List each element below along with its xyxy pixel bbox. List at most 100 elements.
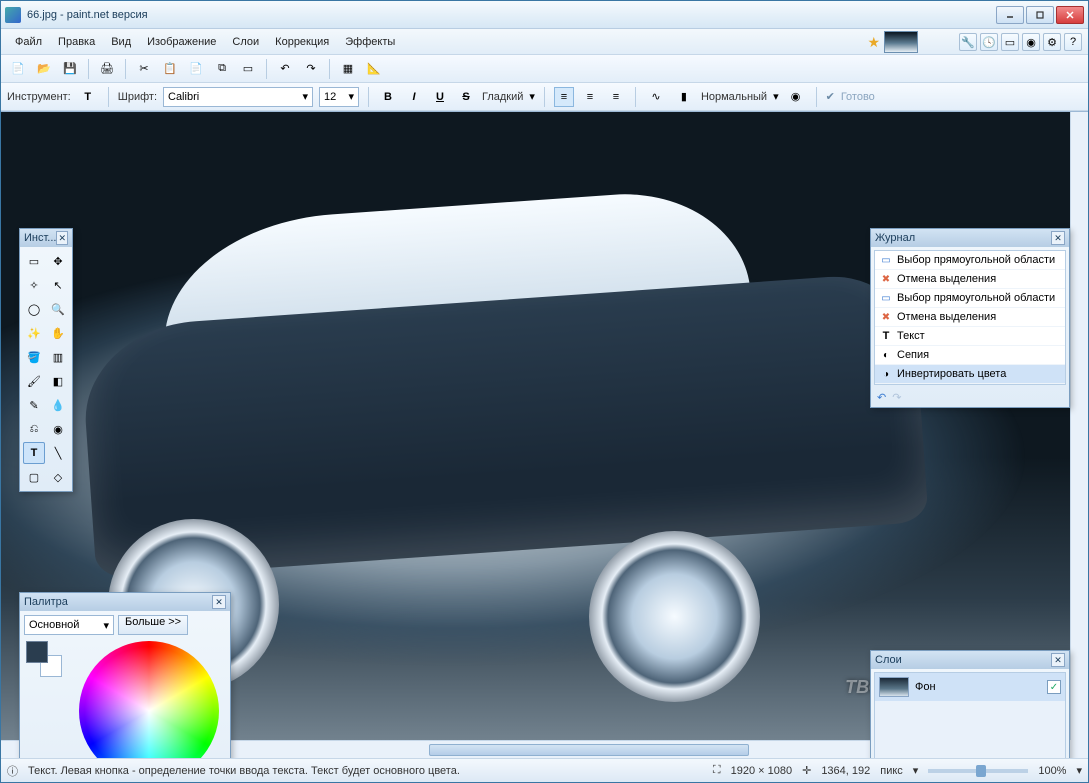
blend-label[interactable]: Нормальный <box>701 91 767 103</box>
util-help-button[interactable]: ? <box>1064 33 1082 51</box>
history-list: ▭Выбор прямоугольной области ✖Отмена выд… <box>874 250 1066 385</box>
rect-icon: ▭ <box>879 253 893 267</box>
util-tools-button[interactable]: 🔧 <box>959 33 977 51</box>
ellipse-select-tool[interactable]: ◯ <box>23 298 45 320</box>
layer-row[interactable]: Фон ✓ <box>875 673 1065 701</box>
gradient-tool[interactable]: ▥ <box>47 346 69 368</box>
history-item[interactable]: ◐Сепия <box>875 346 1065 365</box>
chevron-down-icon[interactable]: ▾ <box>773 90 779 103</box>
history-item[interactable]: ▭Выбор прямоугольной области <box>875 251 1065 270</box>
maximize-button[interactable] <box>1026 6 1054 24</box>
util-settings-button[interactable]: ⚙ <box>1043 33 1061 51</box>
chevron-down-icon[interactable]: ▾ <box>1076 764 1082 777</box>
pencil-tool[interactable]: ✎ <box>23 394 45 416</box>
align-center-button[interactable]: ≡ <box>580 87 600 107</box>
line-tool[interactable]: ╲ <box>47 442 69 464</box>
document-thumbnail[interactable] <box>884 31 918 53</box>
primary-secondary-swatch[interactable] <box>26 641 62 677</box>
print-button[interactable]: 🖨 <box>96 58 118 80</box>
move-tool[interactable]: ↖ <box>47 274 69 296</box>
close-icon[interactable]: ✕ <box>1051 653 1065 667</box>
menu-image[interactable]: Изображение <box>139 32 224 52</box>
unit-label[interactable]: пикс <box>880 765 903 777</box>
history-item[interactable]: TТекст <box>875 327 1065 346</box>
fill-icon[interactable]: ▮ <box>673 86 695 108</box>
italic-button[interactable]: I <box>404 87 424 107</box>
crop-button[interactable]: ⧉ <box>211 58 233 80</box>
zoom-tool[interactable]: 🔍 <box>47 298 69 320</box>
history-item[interactable]: ✖Отмена выделения <box>875 270 1065 289</box>
recolor-tool[interactable]: ◉ <box>47 418 69 440</box>
minimize-button[interactable] <box>996 6 1024 24</box>
titlebar: 66.jpg - paint.net версия <box>1 1 1088 29</box>
redo-button[interactable]: ↷ <box>300 58 322 80</box>
undo-button[interactable]: ↶ <box>274 58 296 80</box>
paste-button[interactable]: 📄 <box>185 58 207 80</box>
bucket-tool[interactable]: 🪣 <box>23 346 45 368</box>
size-select[interactable]: 12▾ <box>319 87 359 107</box>
chevron-down-icon[interactable]: ▾ <box>529 90 535 103</box>
save-button[interactable]: 💾 <box>59 58 81 80</box>
pan-tool[interactable]: ✋ <box>47 322 69 344</box>
copy-button[interactable]: 📋 <box>159 58 181 80</box>
tool-options-bar: Инструмент: T Шрифт: Calibri▾ 12▾ B I U … <box>1 83 1088 111</box>
new-button[interactable]: 📄 <box>7 58 29 80</box>
zoom-value: 100% <box>1038 765 1066 777</box>
info-icon: ⓘ <box>7 763 18 779</box>
active-tool-icon[interactable]: T <box>77 86 99 108</box>
util-history-button[interactable]: 🕓 <box>980 33 998 51</box>
text-tool[interactable]: T <box>23 442 45 464</box>
vertical-scrollbar[interactable] <box>1070 112 1088 740</box>
grid-button[interactable]: ▦ <box>337 58 359 80</box>
opacity-button[interactable]: ◉ <box>785 86 807 108</box>
layer-visible-checkbox[interactable]: ✓ <box>1047 680 1061 694</box>
deselect-icon: ✖ <box>879 310 893 324</box>
align-right-button[interactable]: ≡ <box>606 87 626 107</box>
cut-button[interactable]: ✂ <box>133 58 155 80</box>
menu-layers[interactable]: Слои <box>224 32 267 52</box>
history-item[interactable]: ◑Инвертировать цвета <box>875 365 1065 384</box>
strike-button[interactable]: S <box>456 87 476 107</box>
undo-history-button[interactable]: ↶ <box>877 391 886 404</box>
font-select[interactable]: Calibri▾ <box>163 87 313 107</box>
chevron-down-icon[interactable]: ▾ <box>913 764 919 777</box>
ruler-button[interactable]: 📐 <box>363 58 385 80</box>
shape-tool[interactable]: ◇ <box>47 466 69 488</box>
clone-tool[interactable]: ⎌ <box>23 418 45 440</box>
close-icon[interactable]: ✕ <box>1051 231 1065 245</box>
eraser-tool[interactable]: ◧ <box>47 370 69 392</box>
brush-tool[interactable]: 🖌 <box>23 370 45 392</box>
menu-effects[interactable]: Эффекты <box>337 32 403 52</box>
move-select-tool[interactable]: ✥ <box>47 250 69 272</box>
util-colors-button[interactable]: ◉ <box>1022 33 1040 51</box>
zoom-slider[interactable] <box>928 769 1028 773</box>
color-wheel[interactable] <box>79 641 219 758</box>
menu-edit[interactable]: Правка <box>50 32 103 52</box>
more-button[interactable]: Больше >> <box>118 615 188 635</box>
lasso-tool[interactable]: ✧ <box>23 274 45 296</box>
color-mode-select[interactable]: Основной▾ <box>24 615 114 635</box>
cursor-position: 1364, 192 <box>821 765 870 777</box>
history-item[interactable]: ✖Отмена выделения <box>875 308 1065 327</box>
menu-file[interactable]: Файл <box>7 32 50 52</box>
redo-history-button[interactable]: ↷ <box>892 391 901 404</box>
eyedropper-tool[interactable]: 💧 <box>47 394 69 416</box>
curve-icon[interactable]: ∿ <box>645 86 667 108</box>
close-icon[interactable]: ✕ <box>56 231 68 245</box>
close-icon[interactable]: ✕ <box>212 595 226 609</box>
rect-select-tool[interactable]: ▭ <box>23 250 45 272</box>
magic-wand-tool[interactable]: ✨ <box>23 322 45 344</box>
bold-button[interactable]: B <box>378 87 398 107</box>
open-button[interactable]: 📂 <box>33 58 55 80</box>
underline-button[interactable]: U <box>430 87 450 107</box>
util-layers-button[interactable]: ▭ <box>1001 33 1019 51</box>
deselect-button[interactable]: ▭ <box>237 58 259 80</box>
menu-adjust[interactable]: Коррекция <box>267 32 337 52</box>
history-panel-title: Журнал <box>875 232 915 244</box>
menu-view[interactable]: Вид <box>103 32 139 52</box>
window-title: 66.jpg - paint.net версия <box>27 9 996 21</box>
align-left-button[interactable]: ≡ <box>554 87 574 107</box>
rect-shape-tool[interactable]: ▢ <box>23 466 45 488</box>
close-button[interactable] <box>1056 6 1084 24</box>
history-item[interactable]: ▭Выбор прямоугольной области <box>875 289 1065 308</box>
